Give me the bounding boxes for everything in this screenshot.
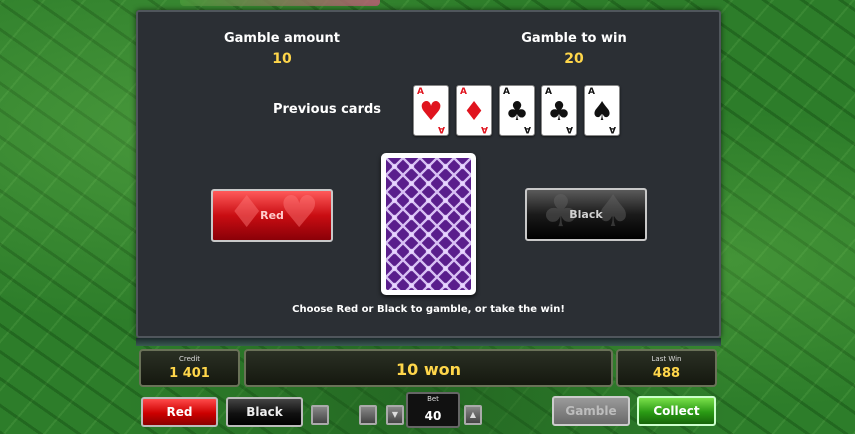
win-message: 10 won — [396, 360, 461, 379]
face-down-card — [381, 153, 476, 295]
gamble-to-win-label: Gamble to win — [521, 31, 627, 46]
club-icon: ♣ — [505, 97, 529, 127]
gamble-red-label: Red — [260, 209, 284, 222]
spade-icon: ♠ — [590, 97, 614, 127]
heart-icon: ♥ — [419, 97, 443, 127]
option-button[interactable] — [311, 405, 329, 425]
game-logo — [180, 0, 380, 6]
last-win-box: Last Win 488 — [616, 349, 717, 387]
gamble-instruction: Choose Red or Black to gamble, or take t… — [292, 304, 565, 315]
bet-up-button[interactable]: ▲ — [464, 405, 482, 425]
panel-divider — [136, 338, 721, 346]
win-message-box: 10 won — [244, 349, 613, 387]
red-button[interactable]: Red — [141, 397, 218, 427]
chevron-up-icon: ▲ — [469, 410, 477, 419]
previous-cards-label: Previous cards — [272, 102, 382, 117]
gamble-amount-value: 10 — [272, 51, 292, 67]
option-button[interactable] — [359, 405, 377, 425]
last-win-value: 488 — [652, 366, 681, 381]
previous-card: A ♠ A — [584, 85, 620, 136]
bet-value: 40 — [424, 409, 442, 423]
chevron-down-icon: ▼ — [391, 410, 399, 419]
previous-card: A ♣ A — [541, 85, 577, 136]
heart-icon: ♥ — [279, 189, 319, 238]
gamble-black-label: Black — [569, 208, 603, 221]
previous-card: A ♦ A — [456, 85, 492, 136]
gamble-button[interactable]: Gamble — [552, 396, 630, 426]
credit-label: Credit — [178, 355, 201, 363]
previous-card: A ♥ A — [413, 85, 449, 136]
club-icon: ♣ — [547, 97, 571, 127]
black-button[interactable]: Black — [226, 397, 303, 427]
last-win-label: Last Win — [651, 355, 682, 363]
gamble-red-button[interactable]: ♦ ♥ Red — [211, 189, 333, 242]
collect-button[interactable]: Collect — [637, 396, 716, 426]
credit-box: Credit 1 401 — [139, 349, 240, 387]
gamble-amount-label: Gamble amount — [223, 31, 341, 46]
gamble-to-win-value: 20 — [564, 51, 584, 67]
gamble-black-button[interactable]: ♣ ♠ Black — [525, 188, 647, 241]
bet-label: Bet — [427, 395, 439, 403]
bet-down-button[interactable]: ▼ — [386, 405, 404, 425]
previous-card: A ♣ A — [499, 85, 535, 136]
bet-display: Bet 40 — [406, 392, 460, 428]
diamond-icon: ♦ — [462, 97, 486, 127]
credit-value: 1 401 — [169, 366, 210, 381]
